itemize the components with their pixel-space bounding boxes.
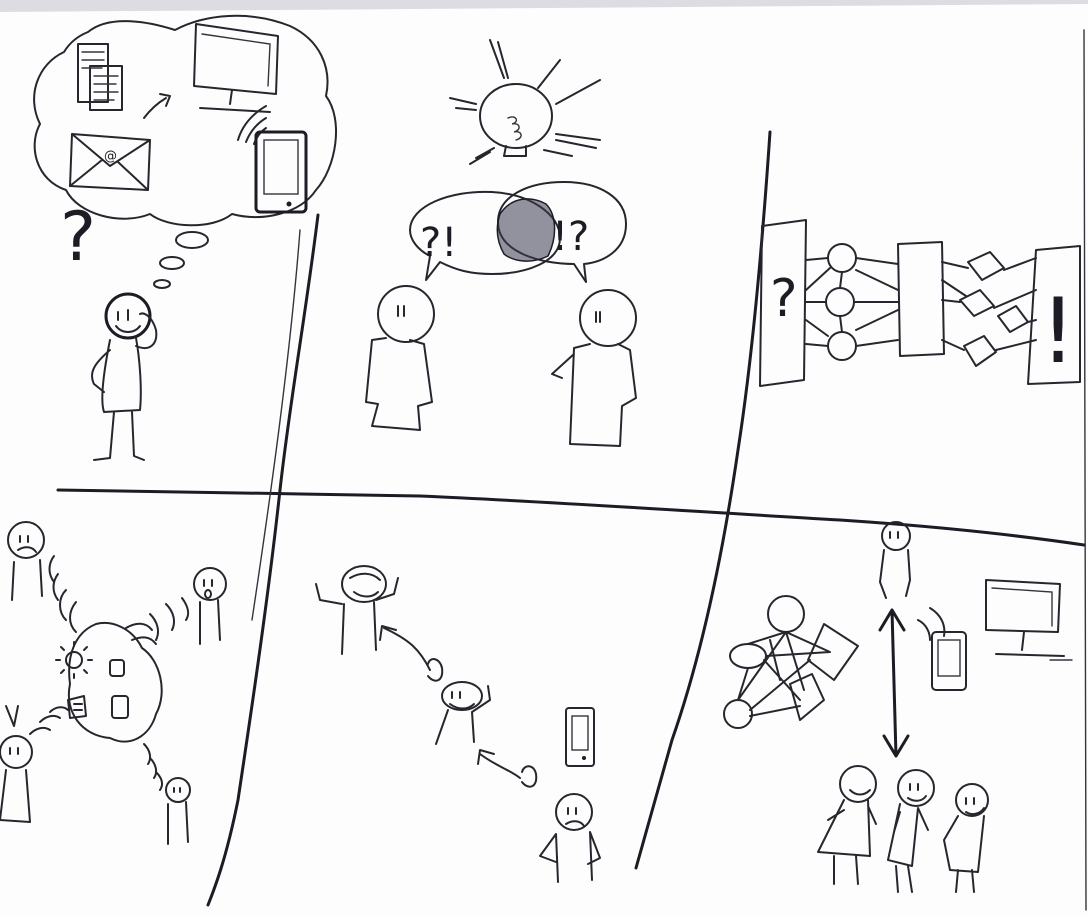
storyboard-drawing: @ ? ?! !? ? ! [0,0,1088,911]
group-person-right [943,783,989,893]
panel-network-group [723,521,1073,893]
thinking-stick-figure [91,292,158,461]
vertical-divider-left [206,213,320,907]
monitor-icon-right [985,579,1073,661]
door-question-mark: ? [770,269,798,329]
thought-dot-small [153,279,171,289]
person-bottom-right [165,777,191,845]
question-door: ? [759,219,807,387]
documents-icon [77,43,123,111]
person-top-right [193,567,227,645]
cylinder-icon [109,659,125,677]
network-graph [723,595,859,729]
overlap-hatch [496,198,556,262]
exclamation-door: ! [1027,245,1081,385]
phone-icon [254,130,308,214]
group-person-left [817,765,877,885]
person-bottom-left [0,705,33,823]
speech-left-text: ?! [420,220,457,266]
step-arrow-loop-lower [521,765,538,788]
person-middle [435,681,491,745]
at-symbol: @ [104,149,117,164]
node-network-left [805,243,899,361]
door-exclamation-mark: ! [1040,279,1076,384]
panel-shared-idea: ?! !? [365,39,637,447]
horizontal-divider [56,488,1086,547]
panel-process: ? ! [759,219,1081,387]
step-arrow-lower [477,749,521,779]
cup-icon [111,695,129,719]
group-person-middle [887,769,935,893]
step-arrow-upper [379,625,431,671]
person-bottom [539,793,601,883]
person-happy-top [315,565,399,655]
person-top-left [7,521,45,601]
speech-bubbles: ?! !? [409,181,627,283]
sketch-sheet: @ ? ?! !? ? ! [0,0,1088,916]
lightbulb-icon [449,39,601,165]
paper-edge [0,0,1088,12]
vertical-divider-right [634,130,772,870]
shared-cloud [67,622,163,743]
envelope-icon: @ [69,133,151,191]
phone-icon-small [565,707,595,767]
paper-edge-right [1083,29,1087,911]
monitor-icon [193,23,279,113]
person-right [551,289,637,447]
question-mark-icon: ? [60,198,96,277]
double-arrow [878,608,910,758]
pencil-guide [251,229,301,621]
person-top [879,521,911,599]
panel-growth [315,565,601,883]
middle-door [897,241,945,357]
person-left [365,285,435,431]
phone-icon-right [931,631,967,691]
speech-right-text: !? [552,214,589,260]
panel-communication [0,521,227,845]
panel-thinking-person: @ ? [33,14,337,461]
arrow-icon [143,93,171,119]
thought-dot-large [175,231,209,249]
node-network-right [941,251,1037,367]
thought-dot-medium [159,256,185,270]
